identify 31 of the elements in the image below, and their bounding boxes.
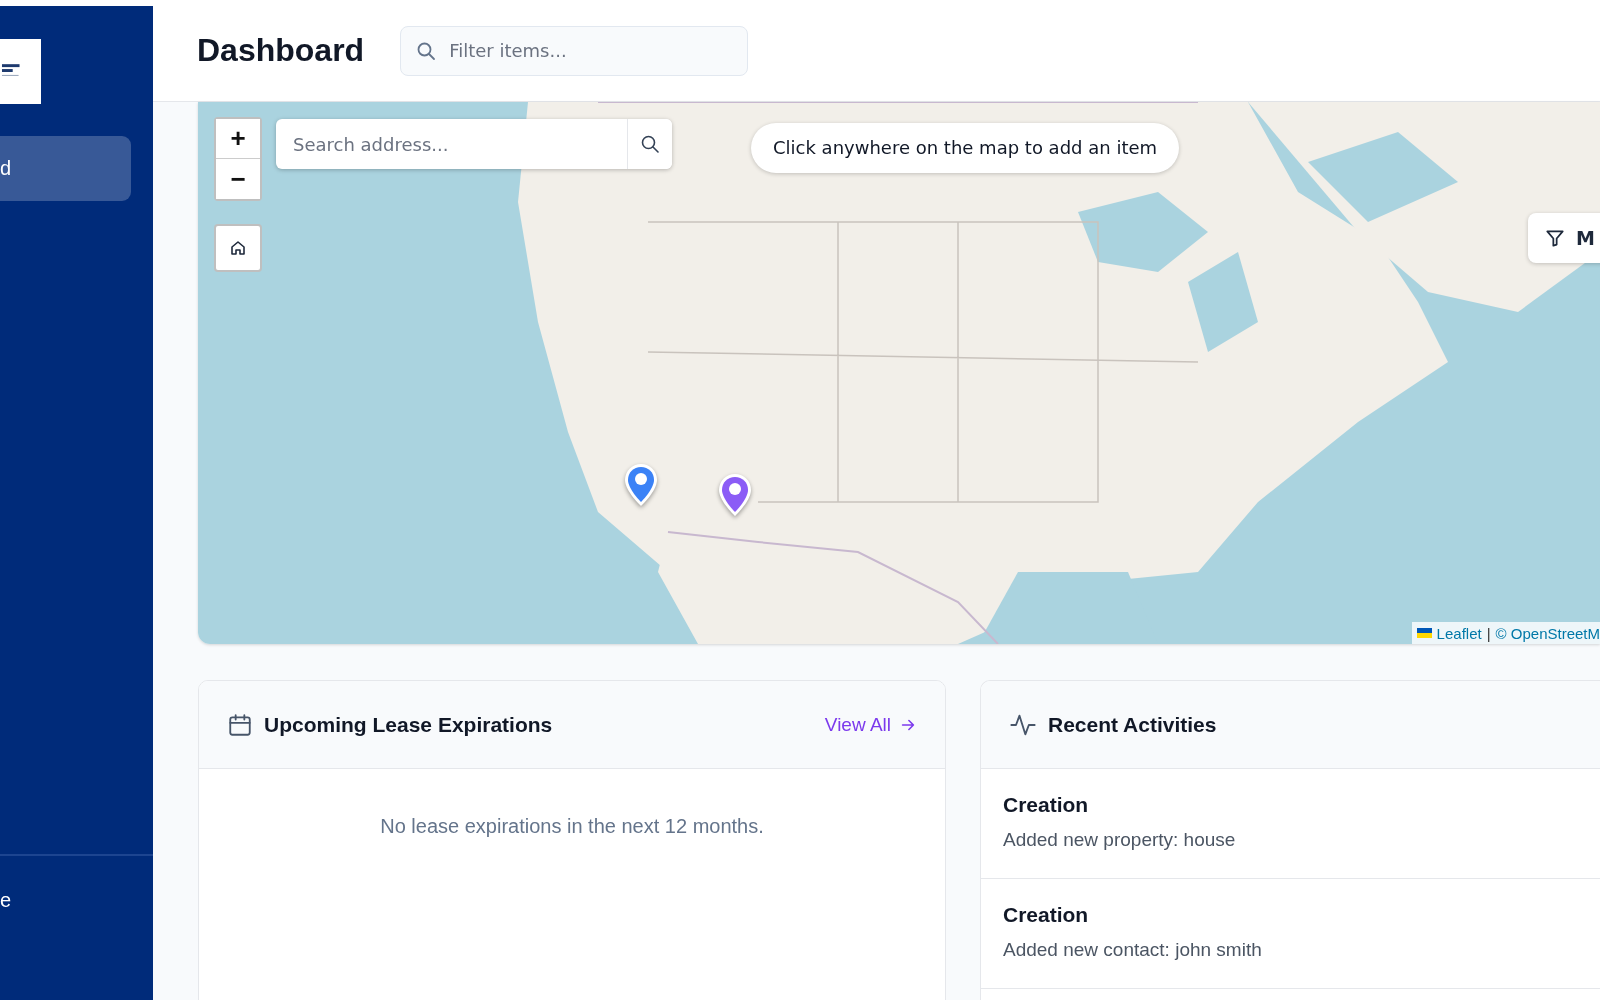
empty-message: No lease expirations in the next 12 months. (379, 815, 765, 838)
activity-text: Added new property: house (1003, 829, 1237, 851)
card-title: Recent Activities (1048, 712, 1218, 737)
logo-icon[interactable] (0, 39, 41, 104)
calendar-icon (227, 711, 253, 738)
osm-link[interactable]: © OpenStreetM (1495, 624, 1600, 642)
separator: | (1486, 624, 1491, 642)
search-icon (416, 40, 437, 61)
flag-icon (1416, 628, 1432, 638)
zoom-in-button[interactable]: + (216, 119, 260, 159)
search-icon (640, 134, 660, 154)
filter-button[interactable]: M (1528, 213, 1600, 263)
page-title: Dashboard (197, 32, 365, 69)
map-marker[interactable] (718, 473, 752, 517)
nav-item[interactable]: d (0, 136, 131, 201)
activity-title: Creation (1003, 793, 1090, 817)
activity-text: Added new contact: john smith (1003, 939, 1263, 961)
view-all-link[interactable]: View All (824, 713, 917, 736)
nav-item[interactable]: e (0, 880, 131, 920)
map-marker[interactable] (624, 463, 658, 507)
card-title: Upcoming Lease Expirations (264, 712, 554, 737)
home-icon (228, 238, 248, 258)
leaflet-link[interactable]: Leaflet (1436, 624, 1482, 642)
filter-label: M (1576, 227, 1595, 249)
activity-item[interactable]: Creation Added new property: house (981, 769, 1600, 879)
activity-item[interactable]: Creation Added new contact: john smith (981, 879, 1600, 989)
activity-title: Creation (1003, 903, 1090, 927)
search-button[interactable] (627, 119, 672, 169)
filter-field[interactable]: Filter items... (400, 25, 749, 76)
map-hint: Click anywhere on the map to add an item (751, 123, 1180, 173)
home-button[interactable] (214, 224, 262, 272)
